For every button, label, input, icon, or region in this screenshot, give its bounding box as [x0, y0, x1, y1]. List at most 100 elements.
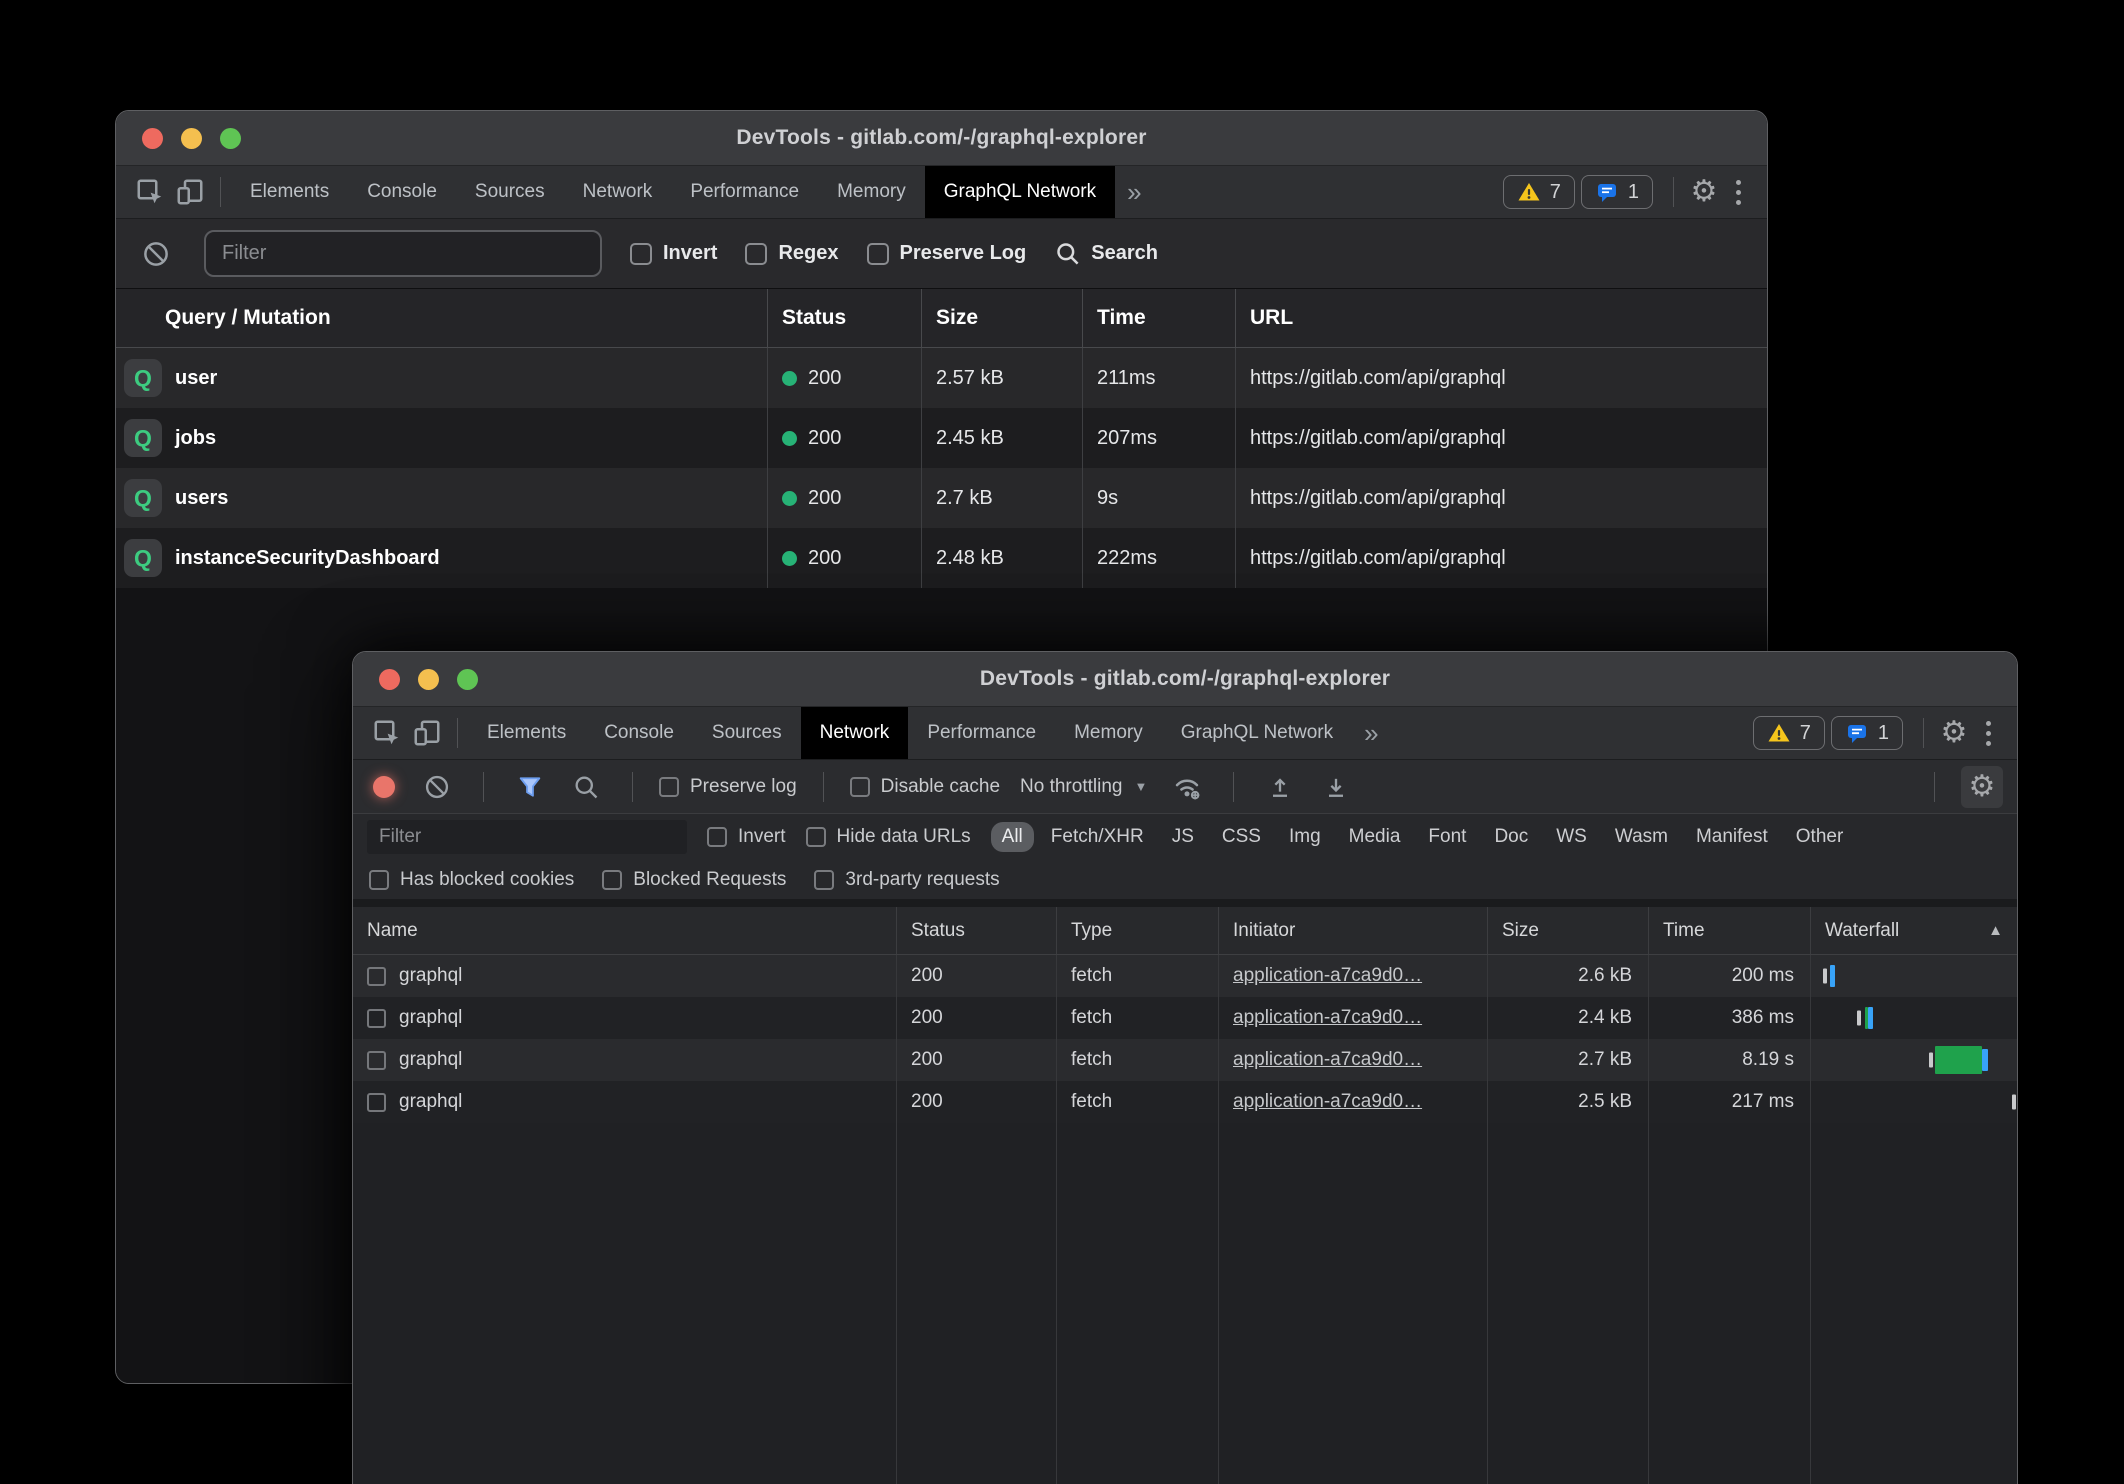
invert-checkbox-group[interactable]: Invert — [707, 826, 786, 848]
disable-cache-checkbox-group[interactable]: Disable cache — [850, 776, 1000, 798]
col-url[interactable]: URL — [1235, 289, 1767, 347]
regex-checkbox[interactable] — [745, 243, 767, 265]
filter-chip-css[interactable]: CSS — [1211, 822, 1272, 852]
tab-elements[interactable]: Elements — [468, 707, 585, 759]
col-type[interactable]: Type — [1056, 907, 1218, 954]
inspect-element-icon[interactable] — [367, 713, 407, 753]
table-row[interactable]: Q instanceSecurityDashboard 200 2.48 kB … — [116, 528, 1767, 588]
invert-checkbox[interactable] — [707, 827, 727, 847]
col-time[interactable]: Time — [1082, 289, 1235, 347]
col-query-mutation[interactable]: Query / Mutation — [116, 289, 767, 347]
col-size[interactable]: Size — [1487, 907, 1648, 954]
row-checkbox[interactable] — [367, 1093, 386, 1112]
tab-memory[interactable]: Memory — [818, 166, 925, 218]
preserve-log-checkbox-group[interactable]: Preserve Log — [867, 242, 1027, 265]
tab-network[interactable]: Network — [801, 707, 909, 759]
tab-performance[interactable]: Performance — [671, 166, 818, 218]
kebab-menu-icon[interactable] — [1724, 180, 1753, 205]
tab-graphql-network[interactable]: GraphQL Network — [925, 166, 1115, 218]
titlebar[interactable]: DevTools - gitlab.com/-/graphql-explorer — [116, 111, 1767, 166]
close-button[interactable] — [142, 128, 163, 149]
filter-chip-font[interactable]: Font — [1417, 822, 1477, 852]
initiator-link[interactable]: application-a7ca9d0… — [1233, 965, 1422, 987]
filter-chip-all[interactable]: All — [991, 822, 1034, 852]
record-button[interactable] — [373, 776, 395, 798]
warnings-badge[interactable]: 7 — [1503, 175, 1575, 209]
settings-gear-icon[interactable]: ⚙ — [1684, 172, 1724, 212]
tab-graphql-network[interactable]: GraphQL Network — [1162, 707, 1352, 759]
issues-badge[interactable]: 1 — [1581, 175, 1653, 209]
more-tabs-icon[interactable]: » — [1352, 718, 1390, 749]
col-waterfall[interactable]: Waterfall ▲ — [1810, 907, 2017, 954]
hide-data-urls-checkbox-group[interactable]: Hide data URLs — [806, 826, 971, 848]
export-har-icon[interactable] — [1316, 767, 1356, 807]
table-row[interactable]: graphql 200 fetch application-a7ca9d0… 2… — [353, 955, 2017, 997]
network-settings-button[interactable]: ⚙ — [1961, 766, 2003, 808]
col-name[interactable]: Name — [353, 907, 896, 954]
zoom-button[interactable] — [457, 669, 478, 690]
zoom-button[interactable] — [220, 128, 241, 149]
filter-chip-wasm[interactable]: Wasm — [1604, 822, 1679, 852]
preserve-log-checkbox[interactable] — [659, 777, 679, 797]
import-har-icon[interactable] — [1260, 767, 1300, 807]
table-row[interactable]: graphql 200 fetch application-a7ca9d0… 2… — [353, 1039, 2017, 1081]
network-conditions-icon[interactable] — [1167, 767, 1207, 807]
col-initiator[interactable]: Initiator — [1218, 907, 1487, 954]
initiator-link[interactable]: application-a7ca9d0… — [1233, 1091, 1422, 1113]
table-row[interactable]: graphql 200 fetch application-a7ca9d0… 2… — [353, 997, 2017, 1039]
blocked-requests-checkbox[interactable] — [602, 870, 622, 890]
invert-checkbox[interactable] — [630, 243, 652, 265]
table-row[interactable]: graphql 200 fetch application-a7ca9d0… 2… — [353, 1081, 2017, 1123]
table-row[interactable]: Q jobs 200 2.45 kB 207ms https://gitlab.… — [116, 408, 1767, 468]
clear-icon[interactable] — [417, 767, 457, 807]
tab-console[interactable]: Console — [348, 166, 456, 218]
filter-chip-fetch-xhr[interactable]: Fetch/XHR — [1040, 822, 1155, 852]
filter-input[interactable] — [367, 820, 687, 854]
waterfall-cell[interactable] — [1810, 1039, 2017, 1081]
filter-chip-manifest[interactable]: Manifest — [1685, 822, 1779, 852]
col-time[interactable]: Time — [1648, 907, 1810, 954]
tab-sources[interactable]: Sources — [693, 707, 801, 759]
third-party-requests-checkbox-group[interactable]: 3rd-party requests — [814, 869, 999, 891]
minimize-button[interactable] — [418, 669, 439, 690]
tab-elements[interactable]: Elements — [231, 166, 348, 218]
preserve-log-checkbox[interactable] — [867, 243, 889, 265]
sort-ascending-icon[interactable]: ▲ — [1988, 922, 2003, 939]
device-toolbar-icon[interactable] — [170, 172, 210, 212]
filter-chip-media[interactable]: Media — [1338, 822, 1412, 852]
settings-gear-icon[interactable]: ⚙ — [1934, 713, 1974, 753]
search-icon[interactable] — [566, 767, 606, 807]
row-checkbox[interactable] — [367, 967, 386, 986]
row-checkbox[interactable] — [367, 1051, 386, 1070]
device-toolbar-icon[interactable] — [407, 713, 447, 753]
invert-checkbox-group[interactable]: Invert — [630, 242, 717, 265]
tab-sources[interactable]: Sources — [456, 166, 564, 218]
search-cluster[interactable]: Search — [1054, 240, 1158, 267]
filter-chip-js[interactable]: JS — [1161, 822, 1205, 852]
filter-chip-ws[interactable]: WS — [1545, 822, 1598, 852]
throttling-dropdown[interactable]: No throttling ▼ — [1016, 776, 1151, 798]
kebab-menu-icon[interactable] — [1974, 721, 2003, 746]
tab-console[interactable]: Console — [585, 707, 693, 759]
preserve-log-checkbox-group[interactable]: Preserve log — [659, 776, 797, 798]
disable-cache-checkbox[interactable] — [850, 777, 870, 797]
warnings-badge[interactable]: 7 — [1753, 716, 1825, 750]
filter-chip-doc[interactable]: Doc — [1483, 822, 1539, 852]
initiator-link[interactable]: application-a7ca9d0… — [1233, 1049, 1422, 1071]
blocked-requests-checkbox-group[interactable]: Blocked Requests — [602, 869, 786, 891]
minimize-button[interactable] — [181, 128, 202, 149]
filter-chip-other[interactable]: Other — [1785, 822, 1855, 852]
waterfall-cell[interactable] — [1810, 1081, 2017, 1123]
hide-data-urls-checkbox[interactable] — [806, 827, 826, 847]
regex-checkbox-group[interactable]: Regex — [745, 242, 838, 265]
third-party-requests-checkbox[interactable] — [814, 870, 834, 890]
clear-icon[interactable] — [136, 234, 176, 274]
titlebar[interactable]: DevTools - gitlab.com/-/graphql-explorer — [353, 652, 2017, 707]
has-blocked-cookies-checkbox[interactable] — [369, 870, 389, 890]
has-blocked-cookies-checkbox-group[interactable]: Has blocked cookies — [369, 869, 574, 891]
row-checkbox[interactable] — [367, 1009, 386, 1028]
col-status[interactable]: Status — [767, 289, 921, 347]
tab-performance[interactable]: Performance — [908, 707, 1055, 759]
col-status[interactable]: Status — [896, 907, 1056, 954]
tab-network[interactable]: Network — [564, 166, 672, 218]
